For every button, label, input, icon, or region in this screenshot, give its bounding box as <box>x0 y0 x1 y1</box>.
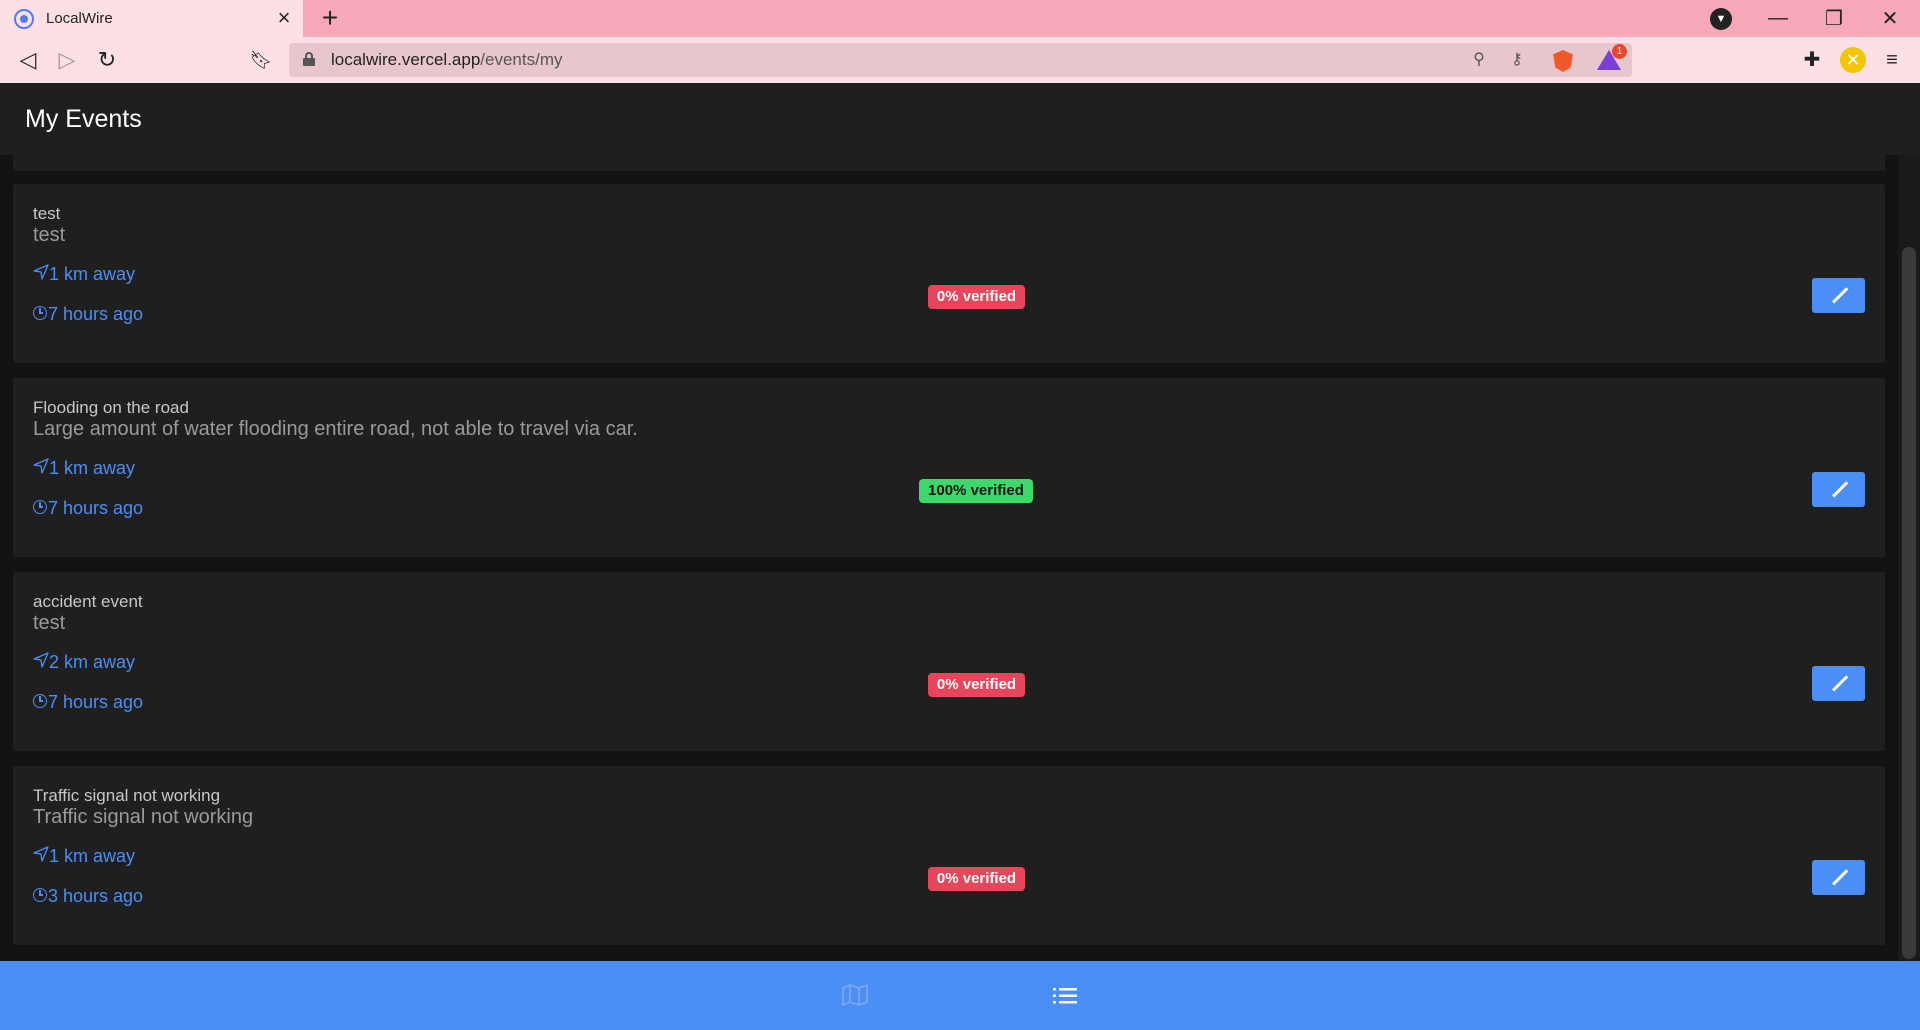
event-card: test test 1 km away 7 hours ago 0% verif… <box>13 184 1885 363</box>
clock-icon <box>33 888 47 902</box>
location-icon[interactable]: ⚲ <box>1469 50 1489 70</box>
map-icon[interactable] <box>842 984 868 1006</box>
event-distance: 2 km away <box>33 652 135 673</box>
scrollbar[interactable] <box>1898 155 1920 961</box>
verified-badge: 0% verified <box>928 285 1025 309</box>
close-window-button[interactable]: ✕ <box>1862 0 1918 37</box>
event-title: Flooding on the road <box>33 398 189 417</box>
browser-tab[interactable]: LocalWire × <box>0 0 303 37</box>
edit-icon <box>1832 675 1848 692</box>
navigation-arrow-icon <box>33 846 49 862</box>
address-bar[interactable]: localwire.vercel.app/events/my ⚲ ⚷ <box>289 43 1632 77</box>
event-distance: 1 km away <box>33 846 135 867</box>
restore-button[interactable]: ❐ <box>1806 0 1862 37</box>
new-tab-button[interactable]: + <box>316 4 344 32</box>
favicon-icon <box>14 8 34 29</box>
edit-button[interactable] <box>1812 666 1865 701</box>
event-time: 7 hours ago <box>33 692 143 713</box>
bookmark-icon[interactable]: 🔖︎ <box>247 46 275 74</box>
key-icon[interactable]: ⚷ <box>1507 50 1527 70</box>
forward-button[interactable]: ▷ <box>53 46 81 74</box>
event-title: test <box>33 204 61 223</box>
app-header: My Events <box>0 83 1920 155</box>
back-button[interactable]: ◁ <box>14 46 42 74</box>
event-title: Traffic signal not working <box>33 786 221 805</box>
clock-icon <box>33 306 47 320</box>
edit-icon <box>1832 869 1848 886</box>
close-tab-icon[interactable]: × <box>273 7 295 29</box>
verified-badge: 100% verified <box>919 479 1033 503</box>
navigation-arrow-icon <box>33 264 49 280</box>
event-card-partial <box>13 155 1885 171</box>
edit-button[interactable] <box>1812 472 1865 507</box>
edit-button[interactable] <box>1812 860 1865 895</box>
navigation-arrow-icon <box>33 652 49 668</box>
minimize-button[interactable]: — <box>1750 0 1806 37</box>
reload-button[interactable]: ↻ <box>93 46 121 74</box>
event-description: test <box>33 612 66 634</box>
page-title: My Events <box>25 105 142 133</box>
event-card: accident event test 2 km away 7 hours ag… <box>13 572 1885 751</box>
event-card: Traffic signal not working Traffic signa… <box>13 766 1885 945</box>
verified-badge: 0% verified <box>928 673 1025 697</box>
profile-avatar[interactable] <box>1840 47 1866 73</box>
event-card: Flooding on the road Large amount of wat… <box>13 378 1885 557</box>
tab-search-icon[interactable]: ▼ <box>1710 8 1732 30</box>
verified-badge: 0% verified <box>928 867 1025 891</box>
navigation-arrow-icon <box>33 458 49 474</box>
edit-icon <box>1832 287 1848 304</box>
event-description: Traffic signal not working <box>33 806 254 828</box>
browser-tab-bar: LocalWire × + ▼ — ❐ ✕ <box>0 0 1920 37</box>
event-list[interactable]: test test 1 km away 7 hours ago 0% verif… <box>0 155 1898 961</box>
event-description: test <box>33 224 66 246</box>
list-icon[interactable] <box>1053 986 1077 1006</box>
tab-title: LocalWire <box>46 10 113 27</box>
event-distance: 1 km away <box>33 458 135 479</box>
extensions-icon[interactable]: ✚ <box>1798 46 1826 74</box>
event-time: 7 hours ago <box>33 304 143 325</box>
browser-toolbar: ◁ ▷ ↻ 🔖︎ localwire.vercel.app/events/my … <box>0 37 1920 83</box>
event-distance: 1 km away <box>33 264 135 285</box>
rewards-badge: 1 <box>1612 44 1627 59</box>
event-title: accident event <box>33 592 143 611</box>
lock-icon[interactable] <box>303 52 315 66</box>
event-time: 7 hours ago <box>33 498 143 519</box>
menu-icon[interactable]: ≡ <box>1878 46 1906 74</box>
clock-icon <box>33 500 47 514</box>
edit-button[interactable] <box>1812 278 1865 313</box>
edit-icon <box>1832 481 1848 498</box>
event-time: 3 hours ago <box>33 886 143 907</box>
clock-icon <box>33 694 47 708</box>
scrollbar-thumb[interactable] <box>1902 247 1916 959</box>
event-description: Large amount of water flooding entire ro… <box>33 418 638 440</box>
url-text: localwire.vercel.app/events/my <box>331 50 563 69</box>
bottom-navigation <box>0 961 1920 1030</box>
